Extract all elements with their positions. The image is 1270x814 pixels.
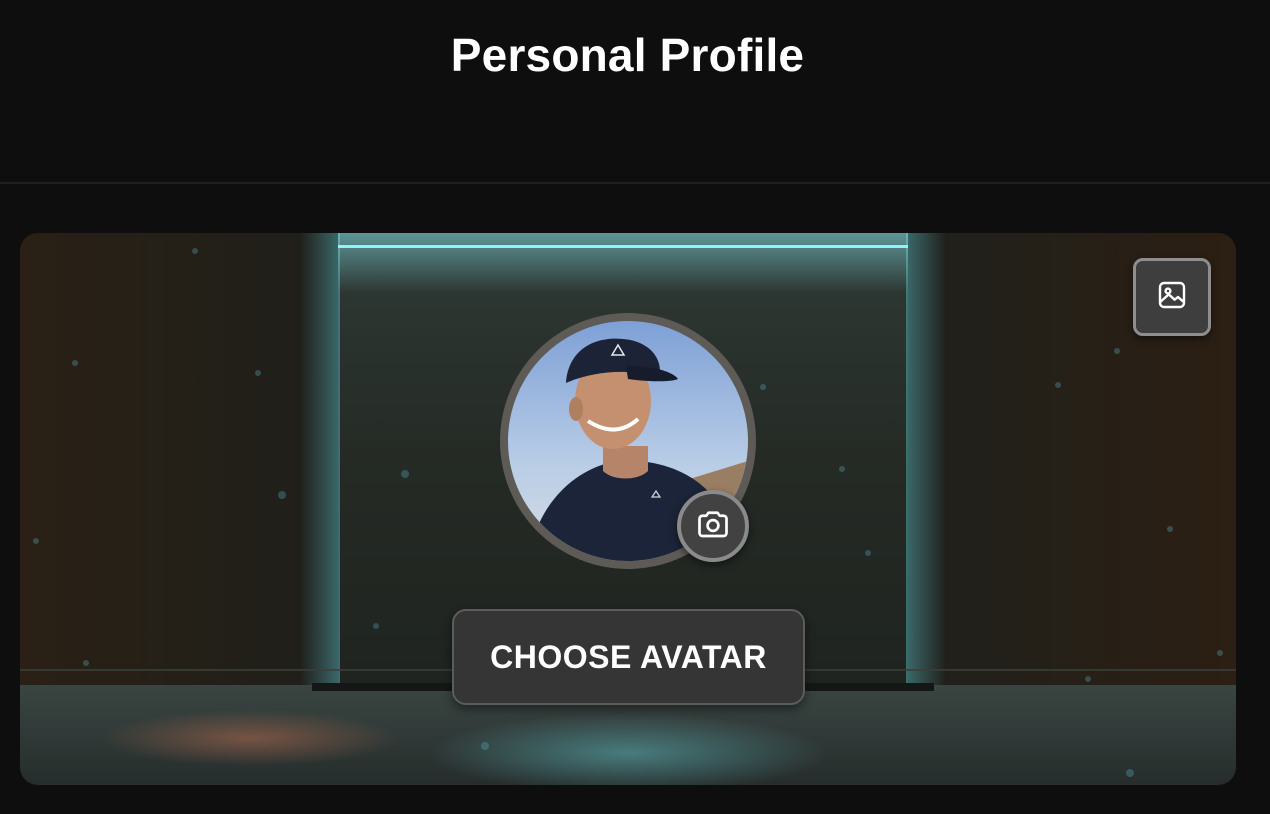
page-header: Personal Profile [0, 0, 1270, 184]
change-avatar-photo-button[interactable] [677, 490, 749, 562]
choose-avatar-button[interactable]: CHOOSE AVATAR [452, 609, 805, 705]
camera-icon [695, 506, 731, 547]
change-banner-button[interactable] [1133, 258, 1211, 336]
avatar-container [500, 313, 756, 569]
profile-banner: CHOOSE AVATAR [20, 233, 1236, 785]
page-title: Personal Profile [450, 29, 805, 81]
image-icon [1156, 279, 1188, 316]
